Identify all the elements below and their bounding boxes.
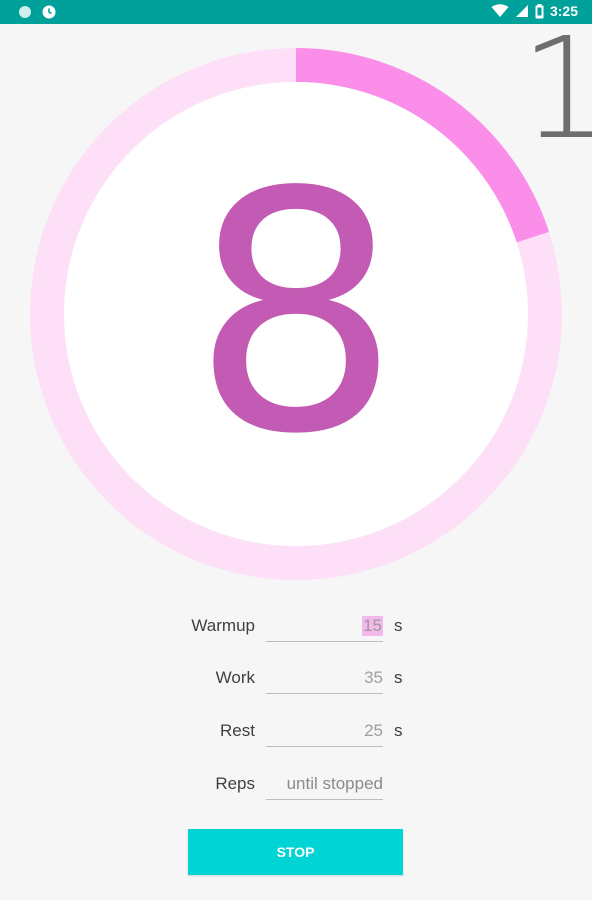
rest-unit: s [394,721,403,740]
clock-icon [42,5,56,19]
status-left-icons [18,5,56,19]
rest-label: Rest [220,721,255,740]
work-input[interactable]: 35 [266,664,383,694]
work-label: Work [215,668,255,687]
warmup-value: 15 [362,616,383,636]
rest-input[interactable]: 25 [266,717,383,747]
warmup-unit: s [394,616,403,635]
rest-row: Rest 25 s [0,713,592,753]
timer-ring: 8 [30,48,562,580]
status-bar: 3:25 [0,0,592,24]
stop-button[interactable]: STOP [188,829,403,875]
notification-dot-icon [18,5,32,19]
reps-label: Reps [215,774,255,793]
reps-input[interactable]: until stopped [266,770,383,800]
rest-value: 25 [364,721,383,740]
warmup-input[interactable]: 15 [266,612,383,642]
work-row: Work 35 s [0,660,592,700]
warmup-row: Warmup 15 s [0,608,592,648]
reps-placeholder: until stopped [286,774,383,793]
warmup-label: Warmup [191,616,255,635]
countdown-number: 8 [191,122,401,506]
wifi-icon [491,4,509,18]
work-value: 35 [364,668,383,687]
work-unit: s [394,668,403,687]
reps-row: Reps until stopped [0,766,592,806]
